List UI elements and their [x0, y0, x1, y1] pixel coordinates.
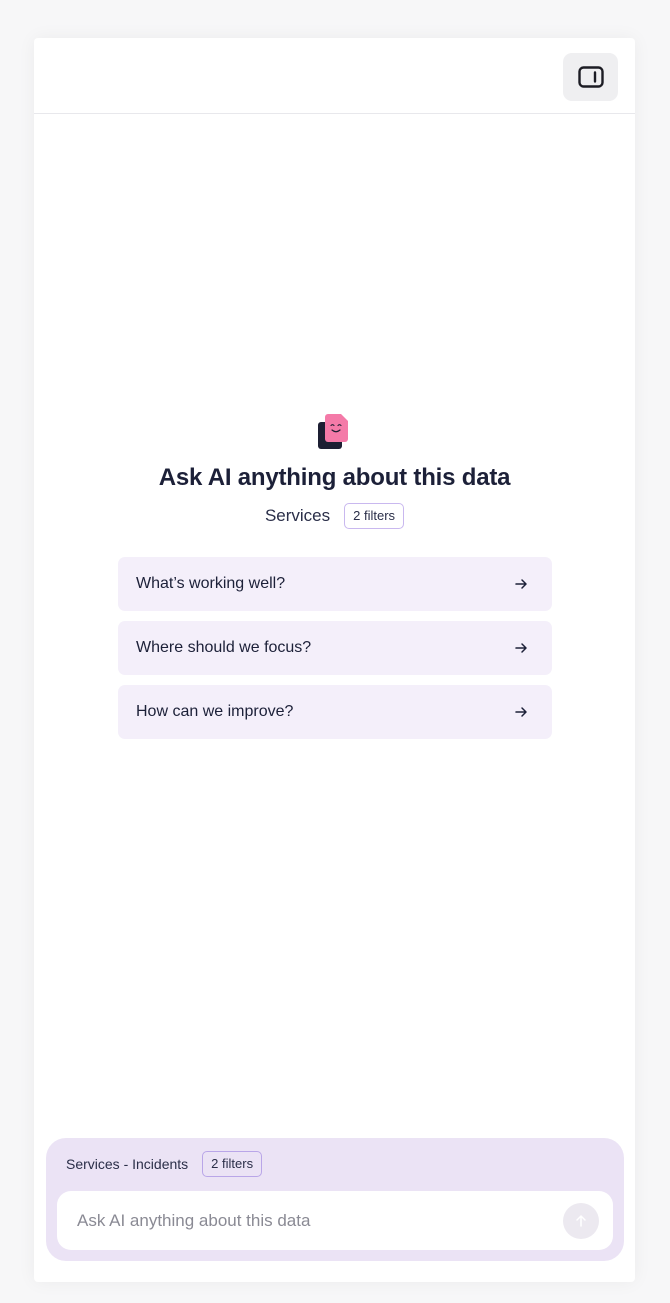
send-button[interactable] — [563, 1203, 599, 1239]
ai-assistant-logo — [317, 414, 348, 449]
composer-context-label: Services - Incidents — [66, 1156, 189, 1172]
arrow-right-icon — [515, 707, 527, 717]
arrow-right-icon — [515, 579, 527, 589]
suggestion-label: Where should we focus? — [136, 639, 312, 656]
suggestion-focus[interactable]: Where should we focus? — [118, 621, 552, 675]
composer-context: Services - Incidents 2 filters — [66, 1151, 263, 1177]
sidebar-toggle-icon — [577, 66, 604, 88]
chat-input-box — [57, 1191, 613, 1250]
composer-filter-badge[interactable]: 2 filters — [202, 1151, 263, 1177]
chat-panel: Ask AI anything about this data Services… — [34, 38, 635, 1282]
page-title: Ask AI anything about this data — [158, 464, 511, 491]
suggestion-label: What’s working well? — [136, 575, 286, 592]
suggested-questions: What’s working well? Where should we foc… — [118, 557, 552, 749]
empty-state: Ask AI anything about this data Services… — [34, 414, 635, 529]
arrow-right-icon — [515, 643, 527, 653]
data-context: Services 2 filters — [34, 503, 635, 529]
suggestion-improve[interactable]: How can we improve? — [118, 685, 552, 739]
suggestion-label: How can we improve? — [136, 703, 294, 720]
chat-composer: Services - Incidents 2 filters — [46, 1138, 624, 1261]
context-label: Services — [264, 506, 331, 525]
sidebar-toggle-button[interactable] — [563, 53, 618, 101]
filter-badge[interactable]: 2 filters — [344, 503, 405, 529]
arrow-up-icon — [576, 1215, 586, 1227]
suggestion-working-well[interactable]: What’s working well? — [118, 557, 552, 611]
panel-header — [34, 38, 635, 114]
chat-input[interactable] — [77, 1191, 547, 1250]
